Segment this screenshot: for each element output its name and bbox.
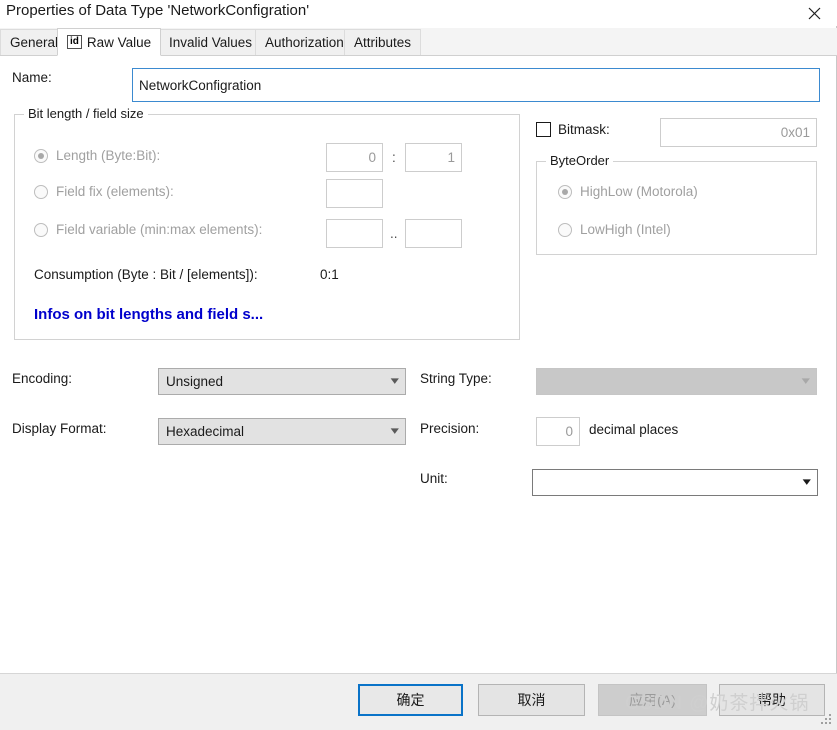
tab-label: Raw Value xyxy=(86,34,152,50)
precision-input[interactable] xyxy=(536,417,580,446)
help-button[interactable]: 帮助 xyxy=(719,684,825,716)
cancel-button[interactable]: 取消 xyxy=(478,684,585,716)
radio-field-variable[interactable]: Field variable (min:max elements): xyxy=(34,222,262,237)
radio-indicator xyxy=(34,222,48,237)
field-variable-separator: .. xyxy=(390,226,398,241)
unit-label: Unit: xyxy=(420,471,448,486)
properties-dialog: Properties of Data Type 'NetworkConfigra… xyxy=(0,0,837,730)
display-format-value: Hexadecimal xyxy=(166,424,245,439)
radio-indicator xyxy=(558,184,572,199)
byte-order-group-title: ByteOrder xyxy=(546,153,614,168)
radio-label: Length (Byte:Bit): xyxy=(56,148,161,163)
tab-authorization[interactable]: Authorization xyxy=(255,29,354,55)
ok-button[interactable]: 确定 xyxy=(358,684,463,716)
encoding-label: Encoding: xyxy=(12,371,73,386)
display-format-label: Display Format: xyxy=(12,421,107,436)
radio-indicator xyxy=(34,184,48,199)
title-bar: Properties of Data Type 'NetworkConfigra… xyxy=(0,0,837,26)
precision-suffix: decimal places xyxy=(589,422,679,437)
tab-label: Invalid Values xyxy=(169,35,253,50)
unit-select[interactable]: ▾ xyxy=(532,469,818,496)
chevron-down-icon: ▾ xyxy=(391,425,400,437)
byte-order-group: ByteOrder xyxy=(536,153,817,255)
tab-strip: General id Raw Value Invalid Values Auth… xyxy=(0,28,837,56)
help-button-label: 帮助 xyxy=(758,692,786,708)
string-type-select[interactable]: ▾ xyxy=(536,368,817,395)
radio-label: LowHigh (Intel) xyxy=(580,222,671,237)
string-type-label: String Type: xyxy=(420,371,492,386)
bitmask-label: Bitmask: xyxy=(558,122,610,137)
ok-button-label: 确定 xyxy=(396,692,425,708)
tab-raw-value[interactable]: id Raw Value xyxy=(57,28,162,56)
tab-invalid-values[interactable]: Invalid Values xyxy=(159,29,263,55)
radio-label: Field fix (elements): xyxy=(56,184,174,199)
display-format-select[interactable]: Hexadecimal ▾ xyxy=(158,418,406,445)
radio-label: Field variable (min:max elements): xyxy=(56,222,263,237)
close-icon xyxy=(808,7,821,20)
name-input[interactable] xyxy=(132,68,820,102)
resize-grip[interactable] xyxy=(821,714,833,726)
bit-length-group-title: Bit length / field size xyxy=(24,106,148,121)
precision-label: Precision: xyxy=(420,421,480,436)
bitmask-checkbox[interactable]: Bitmask: xyxy=(536,122,610,137)
length-separator: : xyxy=(392,150,396,165)
apply-button-label: 应用(A) xyxy=(629,692,676,708)
tab-label: Authorization xyxy=(265,35,344,50)
close-button[interactable] xyxy=(791,0,837,26)
field-variable-min-input[interactable] xyxy=(326,219,383,248)
length-bit-input[interactable] xyxy=(405,143,462,172)
tab-attributes[interactable]: Attributes xyxy=(344,29,422,55)
consumption-value: 0:1 xyxy=(320,267,339,282)
radio-highlow-motorola[interactable]: HighLow (Motorola) xyxy=(558,184,698,199)
tab-label: Attributes xyxy=(354,35,412,50)
chevron-down-icon: ▾ xyxy=(802,375,811,387)
encoding-select[interactable]: Unsigned ▾ xyxy=(158,368,406,395)
field-variable-max-input[interactable] xyxy=(405,219,462,248)
length-byte-input[interactable] xyxy=(326,143,383,172)
checkbox-indicator xyxy=(536,122,551,137)
radio-length-byte-bit[interactable]: Length (Byte:Bit): xyxy=(34,148,160,163)
dialog-footer: 确定 取消 应用(A) 帮助 xyxy=(0,673,837,730)
cancel-button-label: 取消 xyxy=(517,692,546,708)
radio-label: HighLow (Motorola) xyxy=(580,184,698,199)
info-bit-lengths-link[interactable]: Infos on bit lengths and field s... xyxy=(34,306,263,323)
radio-indicator xyxy=(34,148,48,163)
bitmask-value-input[interactable] xyxy=(660,118,817,147)
window-title: Properties of Data Type 'NetworkConfigra… xyxy=(6,2,310,19)
chevron-down-icon: ▾ xyxy=(803,476,812,488)
name-label: Name: xyxy=(12,70,52,85)
radio-lowhigh-intel[interactable]: LowHigh (Intel) xyxy=(558,222,671,237)
radio-field-fix[interactable]: Field fix (elements): xyxy=(34,184,174,199)
chevron-down-icon: ▾ xyxy=(391,375,400,387)
apply-button: 应用(A) xyxy=(598,684,707,716)
radio-indicator xyxy=(558,222,572,237)
field-fix-input[interactable] xyxy=(326,179,383,208)
encoding-value: Unsigned xyxy=(166,374,224,389)
tab-label: General xyxy=(10,35,59,50)
id-icon: id xyxy=(67,35,82,49)
consumption-label: Consumption (Byte : Bit / [elements]): xyxy=(34,267,258,282)
